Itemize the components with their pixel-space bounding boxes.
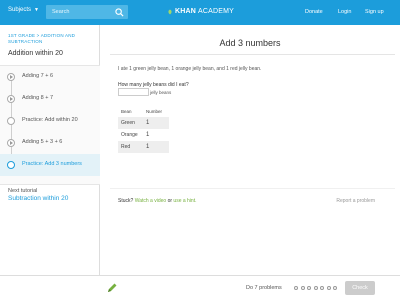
table-cell: 1 [146,132,150,138]
scratchpad-pencil-icon[interactable] [106,282,118,294]
login-link[interactable]: Login [338,9,351,15]
stuck-help: Stuck? Watch a video or use a hint. [118,198,197,204]
practice-icon [7,161,15,169]
table-header: Number [146,108,163,114]
check-button[interactable]: Check [345,281,375,295]
watch-video-link[interactable]: Watch a video [135,198,167,204]
tutorial-item-label: Adding 8 + 7 [22,95,54,101]
tutorial-item-label: Practice: Add within 20 [22,117,78,123]
donate-link[interactable]: Donate [305,9,323,15]
khan-academy-logo[interactable]: KHAN ACADEMY [167,8,234,15]
tutorial-item-label: Adding 5 + 3 + 6 [22,139,63,145]
table-row: Green 1 [118,117,169,129]
search-placeholder: Search [52,8,70,15]
progress-label: Do 7 problems [246,285,282,291]
logo-text-bold: KHAN [175,8,197,15]
progress-dot [320,286,324,290]
subjects-menu[interactable]: Subjects ▼ [8,7,39,13]
table-row: Red 1 [118,141,169,153]
table-cell: 1 [143,141,169,153]
practice-icon [7,117,15,125]
tutorial-item-practice-add-within-20[interactable]: Practice: Add within 20 [0,110,100,132]
answer-unit-label: jelly beans [150,90,172,95]
progress-dot [294,286,298,290]
chevron-down-icon: ▼ [34,7,39,13]
progress-dot [326,286,331,290]
progress-dot [307,286,311,290]
tutorial-item-practice-add-3-numbers[interactable]: Practice: Add 3 numbers [0,154,100,176]
table-header: Bean [121,108,132,114]
tutorial-list: Adding 7 + 6 Adding 8 + 7 Practice: Add … [0,65,100,185]
tutorial-item-adding-7-6[interactable]: Adding 7 + 6 [0,66,100,88]
tutorial-sidebar: 1st grade > Addition and subtraction Add… [0,25,100,300]
exercise-footer: Do 7 problems Check [0,275,400,300]
use-hint-link[interactable]: use a hint. [173,198,196,204]
next-tutorial-link[interactable]: Subtraction within 20 [8,195,68,202]
next-tutorial-label: Next tutorial [8,188,38,194]
progress-dot [313,286,318,290]
tutorial-item-adding-5-3-6[interactable]: Adding 5 + 3 + 6 [0,132,100,154]
progress-dot [333,286,337,290]
signup-link[interactable]: Sign up [365,9,384,15]
unit-title: Addition within 20 [8,50,63,57]
table-cell: 1 [143,117,169,129]
help-divider [110,188,395,189]
table-header-row: Bean Number [118,105,169,117]
stuck-or: or [167,198,173,204]
stuck-prefix: Stuck? [118,198,134,204]
table-cell: Green [118,117,143,129]
search-input[interactable]: Search [46,5,128,19]
tutorial-item-label: Adding 7 + 6 [22,73,54,79]
report-problem-link[interactable]: Report a problem [336,198,375,204]
table-row: Orange 1 [118,129,169,141]
top-nav-bar: Subjects ▼ Search KHAN ACADEMY Donate Log… [0,0,400,25]
progress-dots [294,286,337,290]
play-icon [7,73,15,81]
table-cell: Orange [121,132,138,138]
answer-input[interactable] [118,88,149,96]
breadcrumb[interactable]: 1st grade > Addition and subtraction [8,33,94,44]
subjects-label: Subjects [8,7,32,13]
logo-text-light: ACADEMY [198,8,235,15]
title-divider [110,54,395,55]
leaf-logo-icon [168,9,172,14]
play-icon [7,139,15,147]
jelly-bean-table: Bean Number Green 1 Orange 1 Red 1 [118,105,169,153]
exercise-panel: Add 3 numbers I ate 1 green jelly bean, … [100,25,400,275]
table-cell: Red [118,141,143,153]
play-icon [7,95,15,103]
search-icon[interactable] [115,7,124,17]
problem-statement: I ate 1 green jelly bean, 1 orange jelly… [118,66,262,72]
tutorial-item-adding-8-7[interactable]: Adding 8 + 7 [0,88,100,110]
progress-dot [300,286,305,290]
tutorial-item-label: Practice: Add 3 numbers [22,161,82,167]
exercise-title: Add 3 numbers [219,38,281,48]
